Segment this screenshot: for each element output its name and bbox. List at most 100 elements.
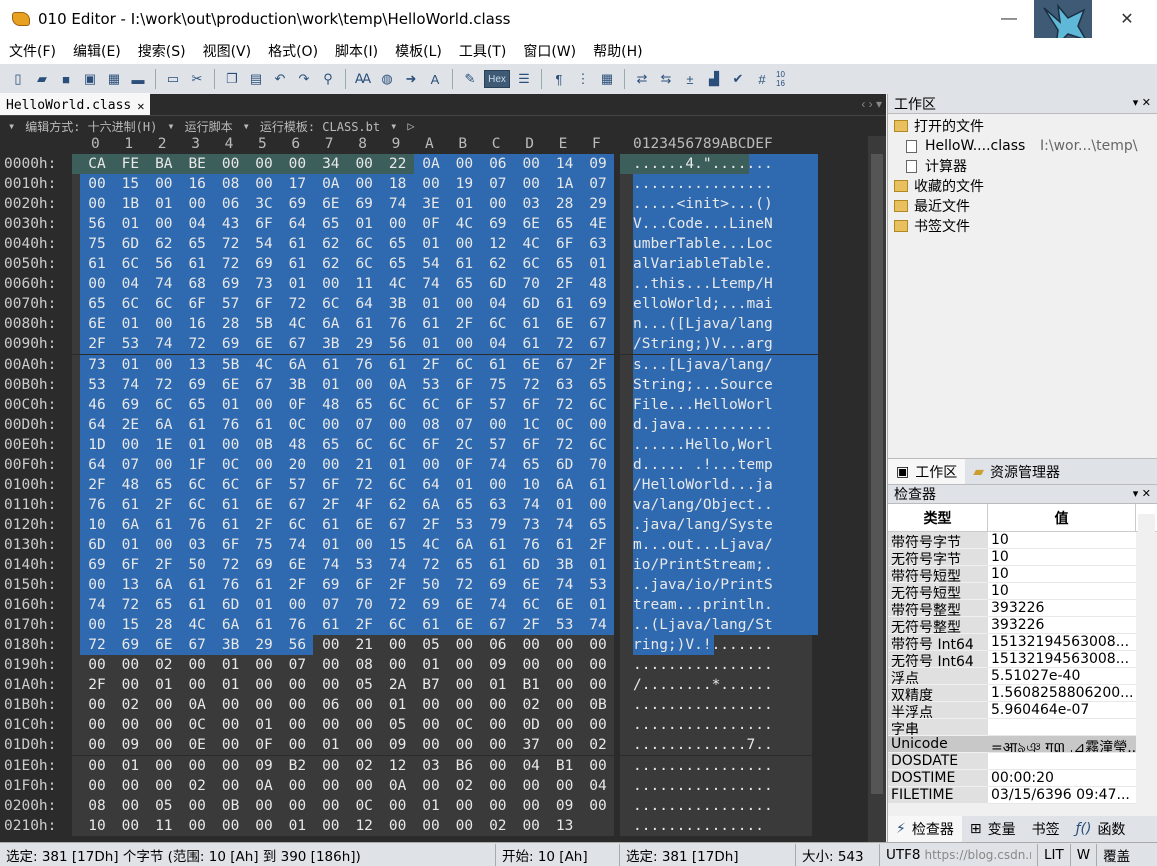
hex-byte[interactable]: 00 [253, 818, 275, 834]
hex-byte[interactable]: 0C [220, 457, 242, 473]
hex-byte[interactable]: 65 [554, 216, 576, 232]
inspector-value[interactable]: 10 [988, 566, 1136, 583]
hex-byte[interactable]: 00 [487, 196, 509, 212]
hex-byte[interactable]: 00 [186, 657, 208, 673]
hex-byte[interactable]: 00 [487, 697, 509, 713]
open-file-icon[interactable]: ▰ [32, 70, 52, 88]
hex-byte[interactable]: 34 [320, 156, 342, 172]
hex-byte[interactable]: 69 [587, 296, 609, 312]
inspector-value[interactable] [988, 719, 1136, 736]
hex-byte[interactable]: 2F [587, 537, 609, 553]
inspector-value[interactable]: 393226 [988, 617, 1136, 634]
workspace-item[interactable]: 书签文件 [888, 216, 1157, 236]
hex-byte[interactable]: 00 [487, 798, 509, 814]
hex-byte[interactable]: 6F [253, 477, 275, 493]
hex-byte[interactable]: 6C [587, 397, 609, 413]
file-tab[interactable]: HelloWorld.class ✕ [0, 93, 151, 115]
hex-byte[interactable]: 72 [387, 597, 409, 613]
hex-byte[interactable]: 00 [520, 657, 542, 673]
hex-byte[interactable]: 72 [554, 397, 576, 413]
hex-byte[interactable]: 57 [220, 296, 242, 312]
hex-byte[interactable]: 00 [387, 417, 409, 433]
hex-byte[interactable]: 15 [387, 537, 409, 553]
hex-byte[interactable]: 6A [554, 477, 576, 493]
hex-byte[interactable]: 0C [286, 417, 308, 433]
hex-byte[interactable]: 00 [353, 537, 375, 553]
hex-byte[interactable]: 02 [153, 657, 175, 673]
hex-byte[interactable]: 1C [520, 417, 542, 433]
hex-byte[interactable]: 6C [520, 256, 542, 272]
hex-byte[interactable]: 0C [453, 717, 475, 733]
hex-byte[interactable]: 6C [320, 296, 342, 312]
hex-byte[interactable]: 05 [387, 717, 409, 733]
hex-byte[interactable]: 69 [220, 276, 242, 292]
hex-byte[interactable]: 1D [86, 437, 108, 453]
hex-byte[interactable]: 72 [453, 577, 475, 593]
menu-item-1[interactable]: 编辑(E) [64, 41, 129, 61]
workspace-item[interactable]: 收藏的文件 [888, 176, 1157, 196]
hex-byte[interactable]: 57 [487, 437, 509, 453]
hex-byte[interactable]: 00 [153, 457, 175, 473]
hex-byte[interactable]: 00 [520, 818, 542, 834]
hex-byte[interactable]: 00 [387, 818, 409, 834]
hex-row[interactable]: 00E0h: 1D 00 1E 01 00 0B 48 65 6C 6C 6F 2C 57 6F 72 6C..… [0, 434, 886, 455]
hex-byte[interactable]: 06 [320, 697, 342, 713]
hex-byte[interactable]: 11 [353, 276, 375, 292]
hex-byte[interactable]: 06 [487, 637, 509, 653]
hex-byte[interactable]: 61 [487, 557, 509, 573]
hex-byte[interactable]: 01 [119, 357, 141, 373]
hex-byte[interactable]: 09 [487, 657, 509, 673]
inspector-row[interactable]: 无符号整型 393226 [888, 617, 1157, 634]
hex-byte[interactable]: 62 [153, 236, 175, 252]
hex-byte[interactable]: 67 [253, 377, 275, 393]
hex-byte[interactable]: 01 [286, 818, 308, 834]
hex-byte[interactable]: 02 [487, 818, 509, 834]
hex-byte[interactable]: 67 [554, 357, 576, 373]
hex-byte[interactable]: 00 [520, 798, 542, 814]
inspector-row[interactable]: DOSTIME 00:00:20 [888, 770, 1157, 787]
hex-byte[interactable]: 00 [587, 417, 609, 433]
hex-byte[interactable]: 00 [520, 156, 542, 172]
save-as-icon[interactable]: ▣ [80, 70, 100, 88]
hex-byte[interactable]: 05 [153, 798, 175, 814]
highlight-icon[interactable]: ✎ [460, 70, 480, 88]
close-button[interactable]: ✕ [1104, 0, 1150, 38]
col-type-header[interactable]: 类型 [888, 504, 988, 531]
hex-byte[interactable]: 00 [286, 697, 308, 713]
hex-byte[interactable]: 6C [520, 597, 542, 613]
hex-byte[interactable]: 01 [387, 457, 409, 473]
hex-byte[interactable]: 6F [253, 296, 275, 312]
collapse-chevron-icon[interactable]: ▾ [8, 119, 15, 133]
inspector-value[interactable]: 1.5608258806200... [988, 685, 1136, 702]
inspector-row[interactable]: 无符号字节 10 [888, 549, 1157, 566]
hex-byte[interactable]: 00 [520, 778, 542, 794]
hex-byte[interactable]: 03 [186, 537, 208, 553]
ascii-text[interactable]: /String;)V...arg [633, 336, 773, 352]
hex-byte[interactable]: 00 [554, 737, 576, 753]
hex-byte[interactable]: 76 [220, 577, 242, 593]
hex-byte[interactable]: 6E [520, 357, 542, 373]
hex-byte[interactable]: 65 [153, 597, 175, 613]
hex-byte[interactable]: 01 [253, 717, 275, 733]
hex-byte[interactable]: 61 [320, 517, 342, 533]
hex-byte[interactable]: 65 [186, 397, 208, 413]
hex-byte[interactable]: 1A [554, 176, 576, 192]
tab-bookmarks[interactable]: 书签 [1024, 816, 1068, 842]
hex-byte[interactable]: 02 [453, 778, 475, 794]
hex-byte[interactable]: 00 [119, 778, 141, 794]
hex-byte[interactable]: 29 [587, 196, 609, 212]
hex-byte[interactable]: 69 [253, 557, 275, 573]
hex-byte[interactable]: 28 [554, 196, 576, 212]
hex-row[interactable]: 00B0h: 53 74 72 69 6E 67 3B 01 00 0A 53 6F 75 72 63 65 St… [0, 374, 886, 395]
hex-byte[interactable]: 00 [353, 156, 375, 172]
hex-byte[interactable]: 00 [520, 176, 542, 192]
hex-byte[interactable]: 01 [420, 798, 442, 814]
menu-item-5[interactable]: 脚本(I) [326, 41, 386, 61]
hex-byte[interactable]: 76 [286, 617, 308, 633]
hex-byte[interactable]: 00 [487, 717, 509, 733]
hex-byte[interactable]: 05 [420, 637, 442, 653]
hex-byte[interactable]: 6E [86, 316, 108, 332]
hex-byte[interactable]: 04 [487, 296, 509, 312]
hex-byte[interactable]: 4C [286, 316, 308, 332]
hex-byte[interactable]: 74 [554, 577, 576, 593]
